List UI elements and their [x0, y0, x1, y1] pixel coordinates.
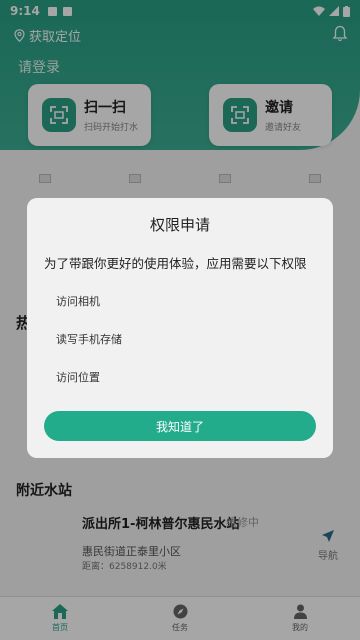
permission-item: 读写手机存储 — [56, 333, 122, 346]
dialog-title: 权限申请 — [149, 216, 210, 234]
confirm-button[interactable]: 我知道了 — [44, 411, 316, 441]
permission-item: 访问相机 — [56, 295, 100, 308]
dialog-message: 为了带跟你更好的使用体验，应用需要以下权限 — [44, 256, 307, 271]
permission-item: 访问位置 — [56, 371, 100, 384]
permission-dialog: 权限申请 为了带跟你更好的使用体验，应用需要以下权限 访问相机 读写手机存储 访… — [27, 198, 333, 458]
